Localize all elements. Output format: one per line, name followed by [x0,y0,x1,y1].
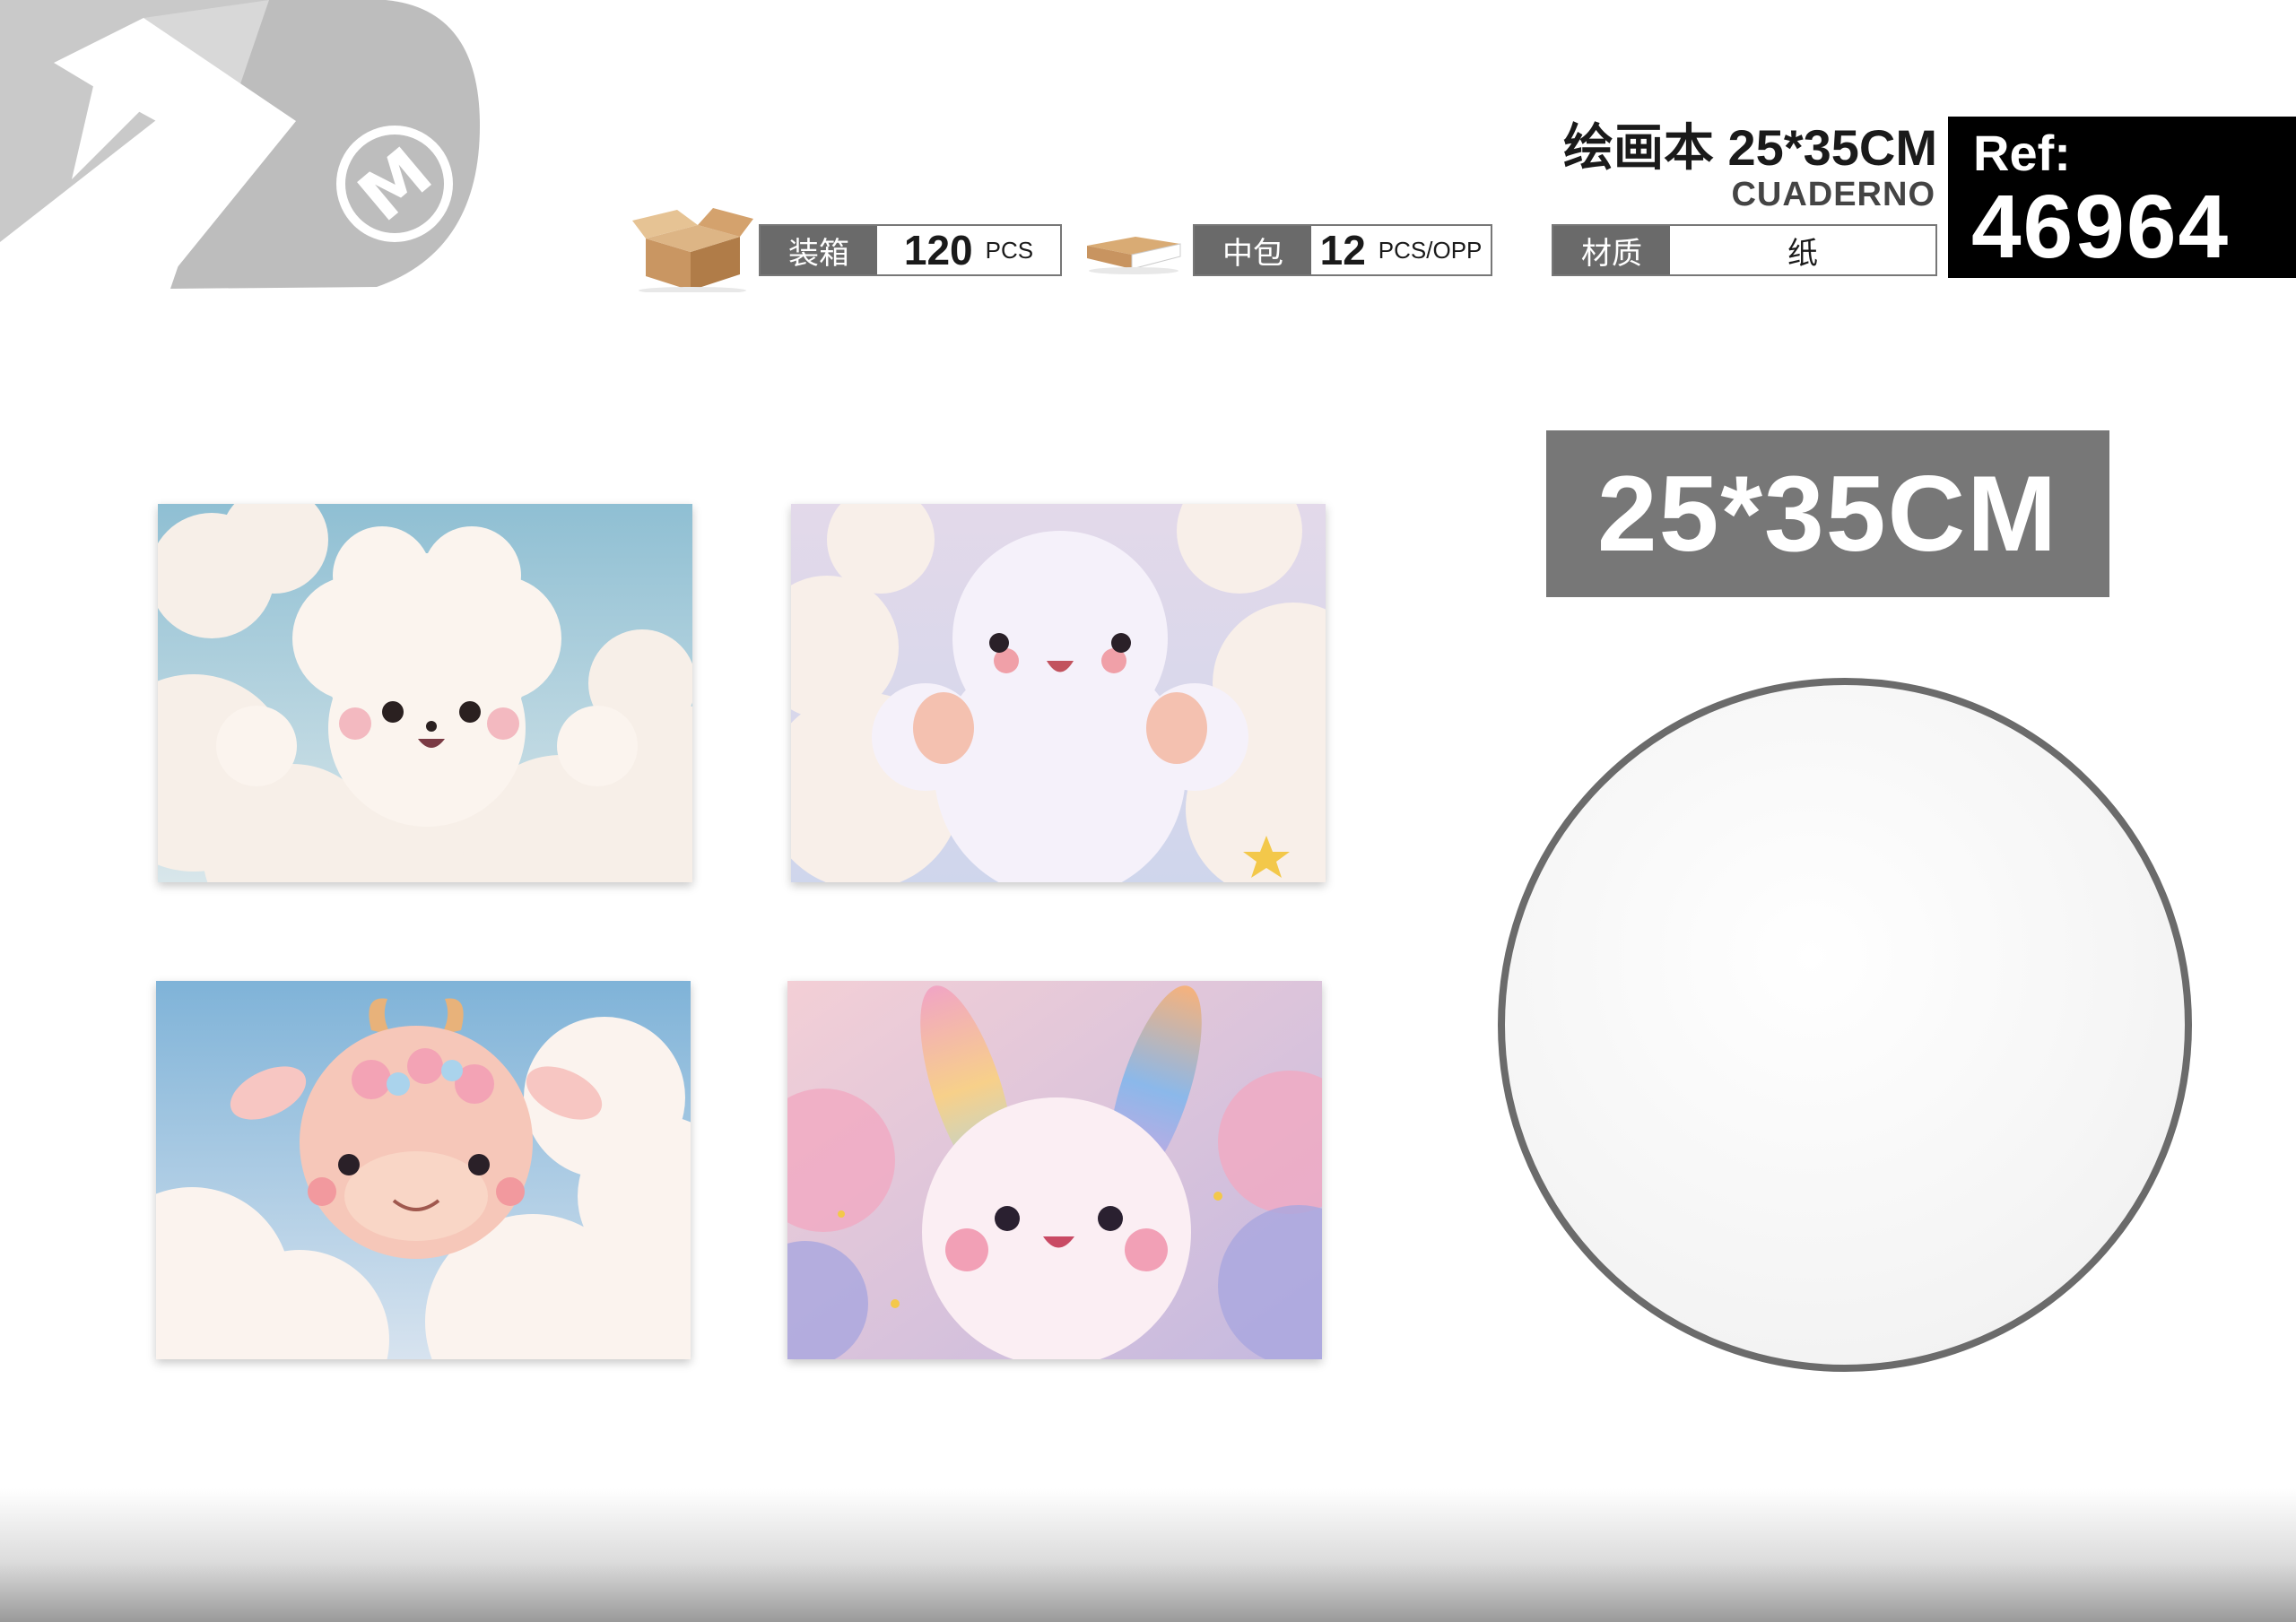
paper-sample-circle [1498,678,2192,1372]
brand-logo: M [0,0,502,296]
notebook-cover-fluffy-cat [791,504,1326,882]
carton-value: 120 [903,227,973,273]
carton-quantity: 装箱 120 PCS [759,224,1062,276]
carton-label: 装箱 [761,226,877,274]
inner-pack-label: 中包 [1195,226,1311,274]
carton-box-icon [628,203,759,294]
inner-pack-quantity: 中包 12 PCS/OPP [1193,224,1492,276]
inner-pack-value: 12 [1319,227,1366,273]
notebook-cover-cloud-bear [158,504,692,882]
material-spec: 材质 纸 [1552,224,1937,276]
ref-label: Ref: [1973,125,2071,181]
inner-pack-unit: PCS/OPP [1378,236,1483,264]
brand-m-logo: M [0,0,480,289]
notebook-cover-rainbow-bunny [787,981,1322,1359]
footer-gradient-band [0,1488,2296,1622]
material-label: 材质 [1553,226,1670,274]
material-value: 纸 [1787,236,1818,271]
ref-badge: Ref: 46964 [1948,117,2296,278]
ref-number: 46964 [1971,177,2231,277]
notebook-cover-pink-calf [156,981,691,1359]
carton-unit: PCS [985,236,1034,264]
size-banner: 25*35CM [1546,430,2109,597]
tray-box-icon [1083,226,1184,276]
product-subtitle: CUADERNO [1731,176,1935,213]
product-title: 绘画本 25*35CM [1562,119,1937,176]
